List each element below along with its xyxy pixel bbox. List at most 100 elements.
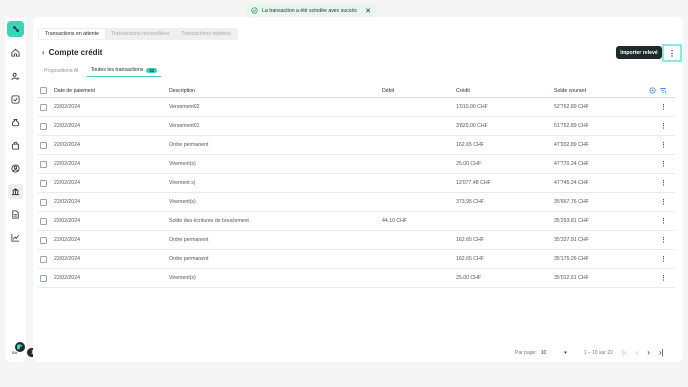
table-row[interactable]: 22/02/2024 Virement s) 12'077.48 CHF 47'745… [38, 174, 675, 193]
success-toast: La transaction a été scindée avec succès… [246, 4, 376, 17]
row-date: 22/02/2024 [54, 237, 80, 243]
table-row[interactable]: 22/02/2024 Ordre permanent 162.65 CHF 35'33… [38, 231, 675, 250]
nav-tasks[interactable] [8, 92, 23, 107]
row-checkbox[interactable] [40, 250, 47, 268]
close-icon[interactable]: ✕ [365, 7, 371, 15]
row-more-icon[interactable]: ⋮ [660, 155, 667, 173]
table-row[interactable]: 22/02/2024 Ordre permanent 162.65 CHF 35'17… [38, 250, 675, 269]
row-checkbox[interactable] [40, 117, 47, 135]
tab-all-transactions[interactable]: Toutes les transactions 22 [86, 67, 162, 77]
row-more-icon[interactable]: ⋮ [660, 174, 667, 192]
table-row[interactable]: 22/02/2024 Virement(s) 25.00 CHF 47'770.24 … [38, 155, 675, 174]
row-solde: 47'770.24 CHF [554, 161, 589, 167]
row-description: Ordre permanent [169, 256, 209, 262]
prev-page-icon[interactable]: ‹ [636, 348, 639, 357]
logo-icon [12, 26, 19, 32]
row-more-icon[interactable]: ⋮ [660, 269, 667, 287]
row-checkbox[interactable] [40, 98, 47, 116]
nav-bank[interactable] [8, 184, 23, 199]
row-date: 22/02/2024 [54, 104, 80, 110]
row-description: Versement01 [169, 123, 200, 129]
filter-icon[interactable] [659, 87, 667, 94]
nav-finance[interactable] [8, 115, 23, 130]
header-credit[interactable]: Crédit [456, 84, 470, 97]
nav-account[interactable] [8, 161, 23, 176]
page-title: Compte crédit [48, 48, 103, 57]
money-bag-icon [11, 118, 20, 127]
page-header: ‹ Compte crédit [42, 48, 102, 57]
nav-shop[interactable] [8, 138, 23, 153]
row-solde: 52'762.89 CHF [554, 104, 589, 110]
row-more-icon[interactable]: ⋮ [660, 98, 667, 116]
chart-icon [11, 233, 20, 242]
row-date: 22/02/2024 [54, 180, 80, 186]
table-row[interactable]: 22/02/2024 Ordre permanent 162.65 CHF 47'93… [38, 136, 675, 155]
row-checkbox[interactable] [40, 269, 47, 287]
row-checkbox[interactable] [40, 193, 47, 211]
row-solde: 35'293.81 CHF [554, 218, 589, 224]
row-credit: 162.65 CHF [456, 142, 484, 148]
transactions-count-badge: 22 [146, 67, 158, 73]
row-credit: 25.00 CHF [456, 275, 482, 281]
table-row[interactable]: 22/02/2024 Virement(s) 373.95 CHF 35'667.76… [38, 193, 675, 212]
row-credit: 373.95 CHF [456, 199, 484, 205]
row-description: Virement(s) [169, 199, 196, 205]
row-more-icon[interactable]: ⋮ [660, 212, 667, 230]
per-page-label: Par page: [515, 349, 537, 356]
transactions-table: Date de paiement Description Débit Crédi… [38, 84, 675, 288]
row-description: Virement s) [169, 180, 196, 186]
header-debit[interactable]: Débit [382, 84, 394, 97]
row-description: Solde des écritures de bouclement [169, 218, 249, 224]
last-page-icon[interactable]: ›| [659, 348, 664, 357]
table-row[interactable]: 22/02/2024 Virement(s) 25.00 CHF 35'012.61 … [38, 269, 675, 288]
tab-rejected[interactable]: Transactions rejetées [175, 29, 236, 39]
table-row[interactable]: 22/02/2024 Versement01 3'820.00 CHF 51'752.… [38, 117, 675, 136]
import-statement-button[interactable]: Importer relevé [616, 46, 662, 59]
tab-ai-proposals[interactable]: Propositions AI [40, 67, 83, 77]
select-all-checkbox[interactable] [40, 84, 47, 97]
header-date[interactable]: Date de paiement [54, 84, 95, 97]
tab-ai-proposals-label: Propositions AI [44, 67, 79, 74]
row-credit: 162.65 CHF [456, 256, 484, 262]
back-icon[interactable]: ‹ [42, 48, 45, 57]
table-row[interactable]: 22/02/2024 Solde des écritures de bouclem… [38, 212, 675, 231]
tab-pending[interactable]: Transactions en attente [39, 29, 106, 39]
row-description: Ordre permanent [169, 237, 209, 243]
row-description: Virement(s) [169, 275, 196, 281]
per-page-select[interactable]: 10 ▾ [541, 350, 567, 356]
first-page-icon[interactable]: |‹ [622, 348, 627, 357]
next-page-icon[interactable]: › [647, 348, 650, 357]
row-checkbox[interactable] [40, 155, 47, 173]
table-row[interactable]: 22/02/2024 Versement02 1'010.00 CHF 52'762.… [38, 98, 675, 117]
transaction-status-tabs: Transactions en attente Transactions réc… [38, 28, 238, 40]
nav-home[interactable] [8, 45, 23, 60]
row-date: 22/02/2024 [54, 199, 80, 205]
row-more-icon[interactable]: ⋮ [660, 250, 667, 268]
pagination: Par page: 10 ▾ 1 – 10 sur 22 |‹ ‹ › ›| [515, 348, 664, 357]
row-more-icon[interactable]: ⋮ [660, 231, 667, 249]
header-solde[interactable]: Solde courant [554, 84, 586, 97]
row-checkbox[interactable] [40, 231, 47, 249]
row-checkbox[interactable] [40, 174, 47, 192]
row-more-icon[interactable]: ⋮ [660, 193, 667, 211]
avatar[interactable]: BA [11, 342, 26, 355]
row-more-icon[interactable]: ⋮ [660, 136, 667, 154]
settings-icon[interactable] [649, 87, 656, 94]
row-checkbox[interactable] [40, 212, 47, 230]
row-credit: 25.00 CHF [456, 161, 482, 167]
people-icon [11, 72, 20, 81]
row-solde: 35'175.26 CHF [554, 256, 589, 262]
more-options-button[interactable]: ⋮ [662, 44, 682, 62]
header-description[interactable]: Description [169, 84, 195, 97]
row-description: Virement(s) [169, 161, 196, 167]
row-solde: 35'012.61 CHF [554, 275, 589, 281]
row-debit: 44.10 CHF [382, 218, 408, 224]
row-credit: 3'820.00 CHF [456, 123, 488, 129]
row-checkbox[interactable] [40, 136, 47, 154]
app-logo[interactable] [7, 21, 24, 37]
nav-reports[interactable] [8, 230, 23, 245]
nav-documents[interactable] [8, 207, 23, 222]
tab-reconciled[interactable]: Transactions réconciliées [105, 29, 175, 39]
nav-people[interactable] [8, 69, 23, 84]
row-more-icon[interactable]: ⋮ [660, 117, 667, 135]
